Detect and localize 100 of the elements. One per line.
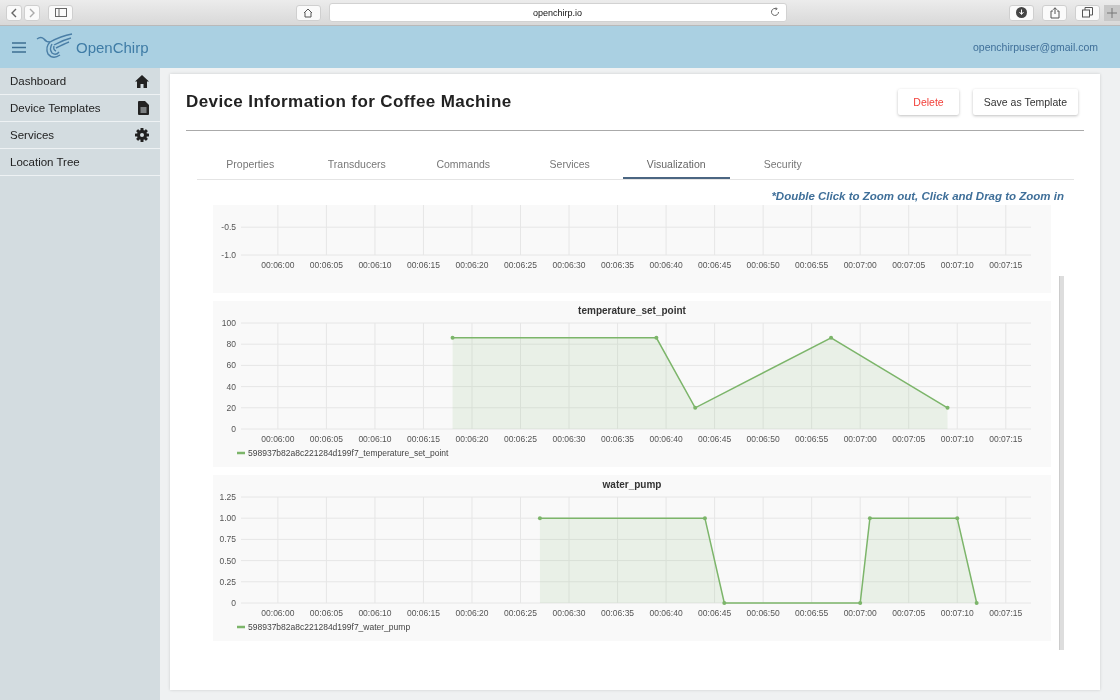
downloads-button[interactable] xyxy=(1009,4,1034,21)
data-point xyxy=(693,405,698,410)
home-icon xyxy=(303,7,313,18)
axis-tick-label: 00:06:15 xyxy=(406,608,440,618)
scrollbar[interactable] xyxy=(1059,276,1064,650)
axis-tick-label: 00:06:25 xyxy=(503,434,538,444)
axis-tick-label: 00:06:10 xyxy=(358,260,392,270)
user-email[interactable]: openchirpuser@gmail.com xyxy=(972,41,1098,53)
document-icon xyxy=(138,101,149,115)
axis-tick-label: 00:06:45 xyxy=(698,260,732,270)
sidebar-item[interactable]: Dashboard xyxy=(0,68,160,95)
axis-tick-label: 20 xyxy=(226,402,236,413)
legend-label[interactable]: 598937b82a8c221284d199f7_water_pump xyxy=(248,622,411,632)
sidebar-item[interactable]: Device Templates xyxy=(0,95,160,122)
axis-tick-label: 00:07:00 xyxy=(843,434,877,444)
sidebar-item[interactable]: Location Tree xyxy=(0,149,160,176)
share-button[interactable] xyxy=(1042,4,1067,21)
legend-swatch-icon xyxy=(237,451,245,455)
menu-icon xyxy=(12,41,26,53)
menu-button[interactable] xyxy=(12,41,26,53)
sidebar-item[interactable]: Services xyxy=(0,122,160,149)
tab[interactable]: Security xyxy=(729,150,836,179)
axis-tick-label: 00:06:00 xyxy=(261,608,295,618)
axis-tick-label: 00:06:45 xyxy=(698,608,732,618)
axis-tick-label: -0.5 xyxy=(221,222,236,233)
page-title: Device Information for Coffee Machine xyxy=(186,92,512,112)
back-button[interactable] xyxy=(6,4,22,21)
data-point xyxy=(955,516,960,521)
tab[interactable]: Visualization xyxy=(623,150,730,179)
save-template-button[interactable]: Save as Template xyxy=(972,89,1078,115)
axis-tick-label: 0.75 xyxy=(219,534,236,545)
new-tab-button[interactable] xyxy=(1104,4,1120,21)
axis-tick-label: 00:06:15 xyxy=(406,434,440,444)
axis-tick-label: 00:06:15 xyxy=(406,260,440,270)
delete-button[interactable]: Delete xyxy=(898,89,959,115)
data-point xyxy=(722,601,727,605)
axis-tick-label: 00:06:35 xyxy=(601,260,635,270)
data-point xyxy=(537,516,542,521)
data-point xyxy=(945,405,950,410)
axis-tick-label: 00:06:20 xyxy=(455,260,489,270)
axis-tick-label: 00:06:25 xyxy=(503,260,538,270)
sidebar-toggle-button[interactable] xyxy=(48,4,73,21)
axis-tick-label: 00:06:20 xyxy=(455,608,489,618)
axis-tick-label: 100 xyxy=(221,318,236,328)
tabs-icon xyxy=(1082,7,1093,18)
axis-tick-label: 00:06:30 xyxy=(552,608,586,618)
axis-tick-label: 00:06:05 xyxy=(309,260,343,270)
axis-tick-label: 00:06:30 xyxy=(552,260,586,270)
download-icon xyxy=(1016,7,1027,18)
legend-label[interactable]: 598937b82a8c221284d199f7_temperature_set_point xyxy=(248,448,449,458)
legend-swatch-icon xyxy=(237,625,245,629)
axis-tick-label: 40 xyxy=(226,381,236,392)
data-point xyxy=(450,335,455,340)
tab[interactable]: Transducers xyxy=(303,150,410,179)
axis-tick-label: 0.25 xyxy=(219,576,236,587)
axis-tick-label: 1.00 xyxy=(219,513,236,524)
share-icon xyxy=(1049,6,1060,19)
axis-tick-label: 00:07:10 xyxy=(940,434,974,444)
axis-tick-label: 00:06:00 xyxy=(261,434,295,444)
tab[interactable]: Properties xyxy=(197,150,304,179)
chart-title: water_pump xyxy=(602,479,662,490)
home-button[interactable] xyxy=(295,4,321,21)
axis-tick-label: 0.50 xyxy=(219,555,236,566)
axis-tick-label: 00:06:00 xyxy=(261,260,295,270)
axis-tick-label: 00:06:50 xyxy=(746,608,780,618)
axis-tick-label: 60 xyxy=(226,360,236,371)
axis-tick-label: 00:06:40 xyxy=(649,434,683,444)
axis-tick-label: 00:07:15 xyxy=(989,608,1023,618)
axis-tick-label: 00:06:30 xyxy=(552,434,586,444)
axis-tick-label: 00:06:45 xyxy=(698,434,732,444)
axis-tick-label: 00:07:05 xyxy=(892,608,926,618)
axis-tick-label: 00:06:55 xyxy=(795,434,829,444)
reload-icon[interactable] xyxy=(769,7,780,17)
axis-tick-label: 00:06:20 xyxy=(455,434,489,444)
data-point xyxy=(867,516,872,521)
axis-tick-label: 00:06:55 xyxy=(795,608,829,618)
sidebar-icon xyxy=(54,8,67,17)
axis-tick-label: 00:07:15 xyxy=(989,434,1023,444)
tabs-overview-button[interactable] xyxy=(1075,4,1100,21)
axis-tick-label: 00:07:00 xyxy=(843,608,877,618)
forward-icon xyxy=(28,7,36,18)
axis-tick-label: 00:06:50 xyxy=(746,260,780,270)
axis-tick-label: -1.0 xyxy=(221,250,236,260)
tab[interactable]: Commands xyxy=(410,150,517,179)
axis-tick-label: 00:07:15 xyxy=(989,260,1023,270)
axis-tick-label: 00:06:05 xyxy=(309,608,343,618)
axis-tick-label: 00:06:50 xyxy=(746,434,780,444)
back-icon xyxy=(10,7,18,18)
data-point xyxy=(654,335,659,340)
axis-tick-label: 80 xyxy=(226,339,236,350)
plus-icon xyxy=(1107,7,1117,18)
axis-tick-label: 00:06:35 xyxy=(601,608,635,618)
axis-tick-label: 00:06:25 xyxy=(503,608,538,618)
axis-tick-label: 0 xyxy=(231,598,236,608)
axis-tick-label: 00:07:05 xyxy=(892,434,926,444)
axis-tick-label: 1.25 xyxy=(219,492,236,502)
address-bar[interactable]: openchirp.io xyxy=(328,3,787,22)
data-point xyxy=(974,601,979,605)
tab[interactable]: Services xyxy=(516,150,623,179)
axis-tick-label: 00:06:35 xyxy=(601,434,635,444)
